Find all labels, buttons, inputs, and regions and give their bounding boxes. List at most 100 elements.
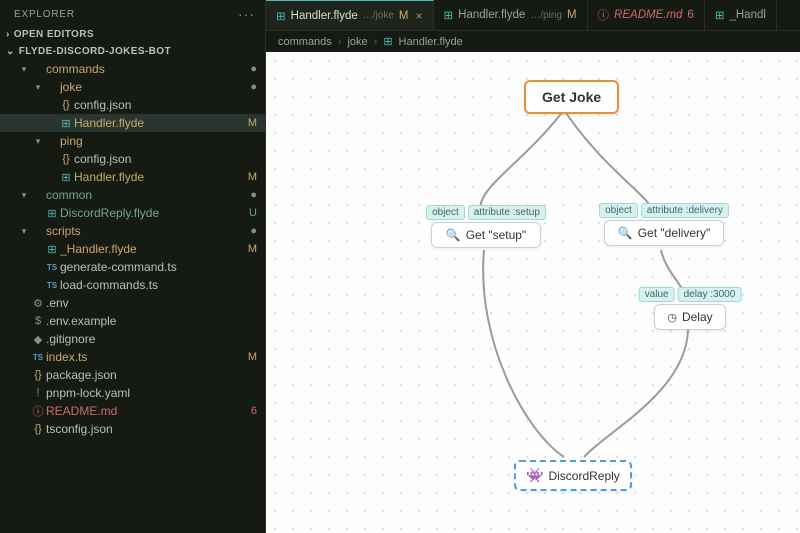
node-delay[interactable]: value delay :3000 ◷ Delay: [654, 304, 726, 330]
file-label: joke: [60, 80, 246, 94]
port[interactable]: attribute :delivery: [641, 203, 729, 218]
node-get-setup[interactable]: object attribute :setup 🔍 Get "setup": [431, 222, 541, 248]
tab-label: README.md: [614, 9, 682, 21]
file-tree-row[interactable]: {}tsconfig.json: [0, 420, 265, 438]
editor-area: ⊞ Handler.flyde …/joke M × ⊞ Handler.flyde …/pi…: [266, 0, 800, 533]
file-tree-row[interactable]: ▾ping: [0, 132, 265, 150]
git-badge: ●: [250, 225, 257, 237]
git-badge: M: [248, 243, 257, 255]
tab-badge: 6: [687, 9, 693, 21]
git-badge: ●: [250, 81, 257, 93]
port[interactable]: attribute :setup: [468, 205, 546, 220]
file-tree-row[interactable]: ⊞Handler.flyde M: [0, 114, 265, 132]
file-tree-row[interactable]: ◆.gitignore: [0, 330, 265, 348]
git-badge: ●: [250, 63, 257, 75]
file-tree-row[interactable]: ⊞Handler.flydeM: [0, 168, 265, 186]
file-label: config.json: [74, 152, 253, 166]
tab-badge: M: [567, 9, 577, 21]
open-editors-section[interactable]: › OPEN EDITORS: [0, 26, 265, 43]
file-tree-row[interactable]: {}config.json: [0, 150, 265, 168]
file-label: config.json: [74, 98, 253, 112]
file-label: pnpm-lock.yaml: [46, 386, 253, 400]
file-tree-row[interactable]: ⓘREADME.md6: [0, 402, 265, 420]
file-label: commands: [46, 62, 246, 76]
file-icon: ⊞: [44, 243, 60, 256]
file-tree-row[interactable]: {}package.json: [0, 366, 265, 384]
node-label: Delay: [682, 310, 713, 324]
file-tree-row[interactable]: TSindex.tsM: [0, 348, 265, 366]
file-tree-row[interactable]: !pnpm-lock.yaml: [0, 384, 265, 402]
file-icon: $: [30, 315, 46, 327]
file-label: DiscordReply.flyde: [60, 206, 245, 220]
port[interactable]: object: [599, 203, 638, 218]
breadcrumb-seg[interactable]: Handler.flyde: [399, 36, 463, 48]
project-section[interactable]: ⌄ FLYDE-DISCORD-JOKES-BOT: [0, 43, 265, 60]
node-ports: object attribute :delivery: [596, 203, 732, 220]
file-icon: TS: [30, 353, 46, 362]
file-icon: ⊞: [58, 117, 74, 130]
close-icon[interactable]: ×: [415, 9, 422, 23]
search-icon: 🔍: [618, 226, 633, 240]
port[interactable]: value: [639, 287, 675, 302]
file-label: Handler.flyde: [74, 170, 244, 184]
file-tree-row[interactable]: {}config.json: [0, 96, 265, 114]
file-tree-row[interactable]: ⊞_Handler.flyde M: [0, 240, 265, 258]
breadcrumb-seg[interactable]: commands: [278, 36, 332, 48]
file-label: tsconfig.json: [46, 422, 253, 436]
node-discord-reply[interactable]: 👾 DiscordReply: [514, 460, 632, 491]
file-icon: TS: [44, 281, 60, 290]
tab-badge: M: [399, 10, 409, 22]
git-badge: 6: [251, 405, 257, 417]
file-icon: TS: [44, 263, 60, 272]
file-icon: ⓘ: [30, 403, 46, 419]
file-icon: !: [30, 387, 46, 399]
file-tree-row[interactable]: ▾scripts●: [0, 222, 265, 240]
flyde-icon: ⊞: [383, 35, 392, 48]
sidebar: EXPLORER ··· › OPEN EDITORS ⌄ FLYDE-DISC…: [0, 0, 266, 533]
file-label: package.json: [46, 368, 253, 382]
chevron-icon: ▾: [32, 82, 44, 93]
tab-path: …/joke: [363, 10, 394, 21]
git-badge: M: [248, 117, 257, 129]
explorer-title: EXPLORER: [14, 9, 75, 20]
file-label: .env: [46, 296, 253, 310]
file-tree-row[interactable]: $.env.example: [0, 312, 265, 330]
file-icon: {}: [58, 153, 74, 165]
file-label: Handler.flyde: [74, 116, 244, 130]
editor-tab[interactable]: ⓘREADME.md6: [588, 0, 705, 30]
file-tree-row[interactable]: TSgenerate-command.ts: [0, 258, 265, 276]
explorer-more-icon[interactable]: ···: [238, 6, 255, 22]
file-icon: ⚙: [30, 297, 46, 310]
file-tree-row[interactable]: ▾commands●: [0, 60, 265, 78]
breadcrumb[interactable]: commands › joke › ⊞ Handler.flyde: [266, 30, 800, 52]
file-tree-row[interactable]: ⊞DiscordReply.flydeU: [0, 204, 265, 222]
file-tree: ▾commands●▾joke●{}config.json⊞Handler.fl…: [0, 60, 265, 533]
search-icon: 🔍: [446, 228, 461, 242]
tab-label: Handler.flyde: [458, 9, 525, 21]
chevron-icon: ▾: [32, 136, 44, 147]
file-tree-row[interactable]: ▾common●: [0, 186, 265, 204]
file-tree-row[interactable]: ⚙.env: [0, 294, 265, 312]
explorer-header: EXPLORER ···: [0, 0, 265, 26]
breadcrumb-seg[interactable]: joke: [347, 36, 367, 48]
tab-file-icon: ⊞: [444, 8, 454, 22]
node-get-joke[interactable]: Get Joke: [524, 80, 619, 114]
port[interactable]: delay :3000: [678, 287, 742, 302]
open-editors-label: OPEN EDITORS: [14, 29, 94, 40]
port[interactable]: object: [426, 205, 465, 220]
project-title: FLYDE-DISCORD-JOKES-BOT: [19, 46, 171, 57]
file-icon: {}: [30, 369, 46, 381]
file-label: _Handler.flyde: [60, 242, 244, 256]
node-label: Get "setup": [466, 228, 527, 242]
node-get-delivery[interactable]: object attribute :delivery 🔍 Get "delive…: [604, 220, 724, 246]
editor-tab[interactable]: ⊞ Handler.flyde …/ping M: [434, 0, 588, 30]
tab-label: _Handl: [729, 9, 765, 21]
node-ports: value delay :3000: [636, 287, 745, 304]
editor-tab[interactable]: ⊞_Handl: [705, 0, 777, 30]
tab-path: …/ping: [530, 10, 562, 21]
file-tree-row[interactable]: ▾ joke ●: [0, 78, 265, 96]
file-label: .gitignore: [46, 332, 253, 346]
flow-canvas[interactable]: Get Joke object attribute :setup 🔍 Get "…: [266, 52, 800, 533]
file-tree-row[interactable]: TSload-commands.ts: [0, 276, 265, 294]
editor-tab[interactable]: ⊞Handler.flyde…/jokeM×: [266, 0, 434, 30]
